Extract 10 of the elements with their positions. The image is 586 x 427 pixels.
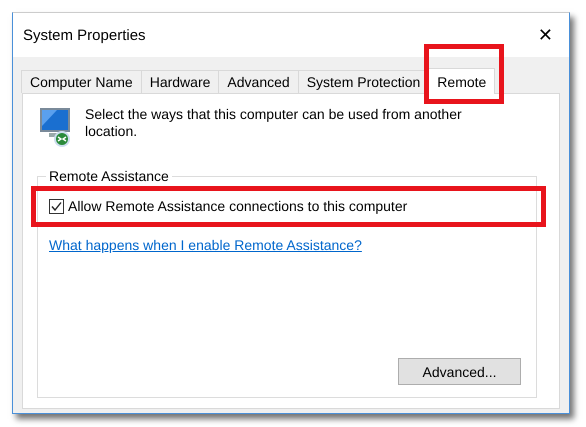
- checkbox-label: Allow Remote Assistance connections to this computer: [68, 198, 408, 215]
- group-title: Remote Assistance: [48, 168, 170, 184]
- intro-text: Select the ways that this computer can be used from another location.: [85, 106, 463, 140]
- close-button[interactable]: ✕: [534, 24, 557, 46]
- tab[interactable]: Computer Name: [21, 70, 142, 93]
- tab[interactable]: Remote: [428, 68, 496, 94]
- help-link[interactable]: What happens when I enable Remote Assistance?: [49, 237, 362, 253]
- window-title: System Properties: [23, 26, 146, 44]
- advanced-button[interactable]: Advanced...: [398, 358, 521, 385]
- checkbox[interactable]: [49, 199, 64, 214]
